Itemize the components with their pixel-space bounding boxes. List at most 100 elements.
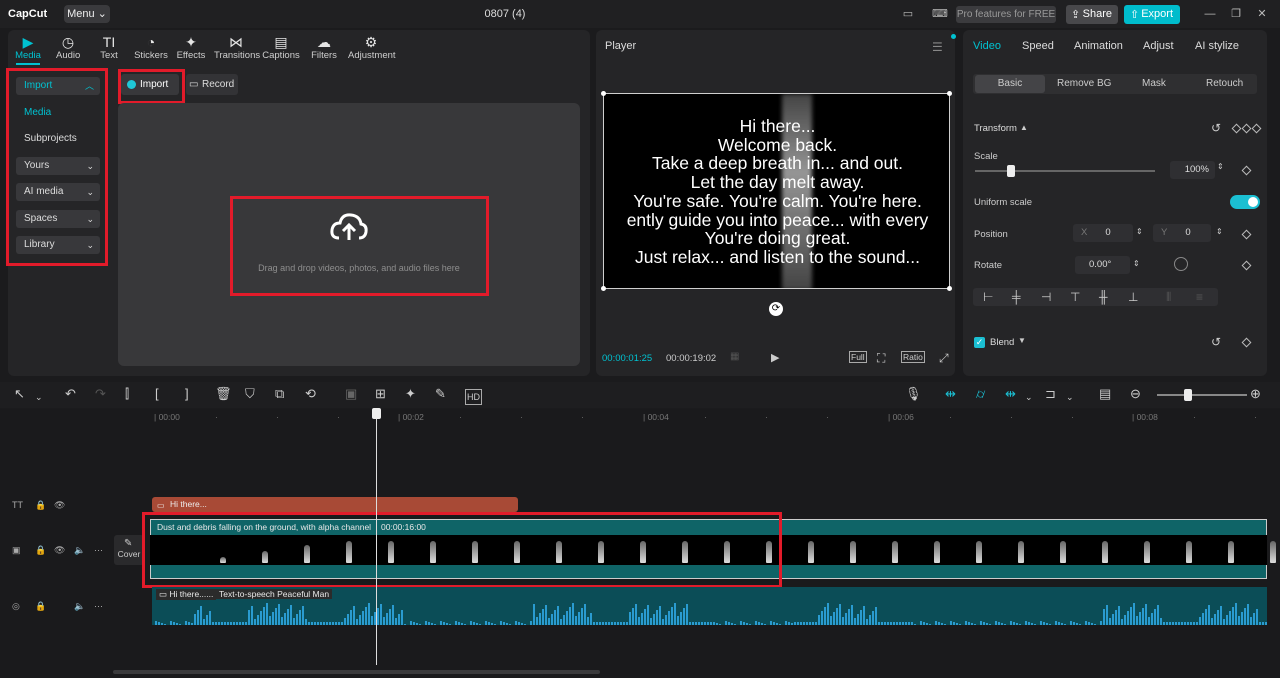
chevron-down-icon[interactable]: ▼ <box>1018 336 1026 345</box>
sidebar-item-subprojects[interactable]: Subprojects <box>16 130 100 148</box>
position-y-input[interactable]: Y0 <box>1153 224 1211 242</box>
position-x-input[interactable]: X0 <box>1073 224 1133 242</box>
rotate-handle-icon[interactable]: ⟳ <box>769 302 783 316</box>
transform-label[interactable]: Transform <box>974 123 1017 134</box>
pro-features-button[interactable]: Pro features for FREE <box>956 6 1056 23</box>
tab-captions[interactable]: ▤ Captions <box>262 34 300 61</box>
tab-video[interactable]: Video <box>973 40 1001 52</box>
tab-adjust[interactable]: Adjust <box>1143 40 1174 52</box>
freeze-frame-icon[interactable]: ▣ <box>345 387 357 401</box>
frame-grid-icon[interactable]: ▦ <box>730 351 739 362</box>
ratio-button[interactable]: Ratio <box>901 351 925 363</box>
tab-stickers[interactable]: ◔ Stickers <box>134 34 168 61</box>
cover-button[interactable]: ✎ Cover <box>114 535 144 565</box>
play-icon[interactable]: ▶ <box>771 351 779 364</box>
resize-handle[interactable] <box>947 286 952 291</box>
align-bottom-icon[interactable]: ⊥ <box>1128 290 1138 304</box>
ai-effect-icon[interactable]: ✦ <box>405 387 416 401</box>
minimize-icon[interactable]: — <box>1204 8 1216 20</box>
caption-icon[interactable]: ▤ <box>1099 387 1111 401</box>
stepper-icon[interactable]: ⇕ <box>1217 162 1224 171</box>
tab-audio[interactable]: ◷ Audio <box>56 34 80 61</box>
timeline-scrollbar[interactable] <box>113 670 600 674</box>
align-center-h-icon[interactable]: ╪ <box>1012 290 1021 304</box>
subtab-basic[interactable]: Basic <box>975 75 1045 93</box>
mute-icon[interactable]: 🔈 <box>74 601 85 612</box>
resize-handle[interactable] <box>601 286 606 291</box>
layout-icon[interactable]: ▭ <box>900 8 916 20</box>
video-preview[interactable]: Hi there... Welcome back. Take a deep brea… <box>603 93 950 289</box>
tab-media[interactable]: ▶ Media <box>12 34 44 65</box>
sidebar-item-spaces[interactable]: Spaces ⌄ <box>16 210 100 228</box>
sidebar-item-import[interactable]: Import ︿ <box>16 77 100 95</box>
distribute-h-icon[interactable]: ⦀ <box>1166 290 1171 305</box>
restore-icon[interactable]: ❐ <box>1230 8 1242 20</box>
resize-handle[interactable] <box>947 91 952 96</box>
chevron-down-icon[interactable]: ⌄ <box>1066 390 1074 404</box>
align-center-v-icon[interactable]: ╫ <box>1099 290 1108 304</box>
tab-filters[interactable]: ☁ Filters <box>309 34 339 61</box>
eye-icon[interactable]: 👁 <box>54 545 65 556</box>
tab-speed[interactable]: Speed <box>1022 40 1054 52</box>
more-icon[interactable]: ⋯ <box>94 601 103 612</box>
mute-icon[interactable]: 🔈 <box>74 545 85 556</box>
sidebar-item-media[interactable]: Media <box>16 104 100 122</box>
tab-adjustment[interactable]: ⚙ Adjustment <box>348 34 396 61</box>
lock-icon[interactable]: 🔒 <box>35 601 46 612</box>
tab-transitions[interactable]: ⋈ Transitions <box>214 34 260 61</box>
split-left-icon[interactable]: [ <box>155 387 159 401</box>
align-right-icon[interactable]: ⊣ <box>1041 290 1051 304</box>
delete-icon[interactable]: 🗑 <box>215 387 232 401</box>
distribute-v-icon[interactable]: ≡ <box>1196 290 1203 304</box>
text-clip[interactable]: ▭ Hi there... <box>152 497 518 512</box>
tab-effects[interactable]: ✦ Effects <box>176 34 206 61</box>
reset-icon[interactable]: ↺ <box>1211 121 1221 135</box>
chevron-down-icon[interactable]: ⌄ <box>1025 390 1033 404</box>
lock-icon[interactable]: 🔒 <box>35 500 46 511</box>
scale-input[interactable]: 100% <box>1170 161 1215 179</box>
tab-animation[interactable]: Animation <box>1074 40 1123 52</box>
shield-icon[interactable]: ⛉ <box>245 387 255 401</box>
subtab-mask[interactable]: Mask <box>1142 78 1166 89</box>
resize-handle[interactable] <box>601 91 606 96</box>
rotate-input[interactable]: 0.00° <box>1075 256 1130 274</box>
split-icon[interactable]: ⫿ <box>125 387 129 401</box>
fullscreen-icon[interactable]: ⤢ <box>939 351 949 366</box>
record-button[interactable]: ▭ Record <box>186 74 238 95</box>
import-button[interactable]: Import <box>121 74 179 95</box>
snap-icon[interactable]: ⊐ <box>1045 387 1056 401</box>
hamburger-menu-icon[interactable]: ☰ <box>932 40 943 54</box>
tab-text[interactable]: TI Text <box>94 34 124 61</box>
more-icon[interactable]: ⋯ <box>94 545 103 556</box>
zoom-out-icon[interactable]: ⊖ <box>1130 387 1141 401</box>
zoom-fit-icon[interactable]: ⛶ <box>877 351 885 366</box>
magic-wand-icon[interactable]: ✎ <box>435 387 446 401</box>
microphone-icon[interactable]: 🎙 <box>905 387 922 401</box>
subtab-remove-bg[interactable]: Remove BG <box>1057 78 1111 89</box>
sidebar-item-ai-media[interactable]: AI media ⌄ <box>16 183 100 201</box>
magnet-icon[interactable]: ⌭ <box>976 387 985 401</box>
menu-button[interactable]: Menu ⌄ <box>64 5 110 23</box>
sidebar-item-yours[interactable]: Yours ⌄ <box>16 157 100 175</box>
zoom-slider[interactable] <box>1157 394 1247 396</box>
zoom-in-icon[interactable]: ⊕ <box>1250 387 1261 401</box>
redo-icon[interactable]: ↷ <box>95 387 106 401</box>
scale-slider[interactable] <box>975 170 1155 172</box>
sidebar-item-library[interactable]: Library ⌄ <box>16 236 100 254</box>
eye-icon[interactable]: 👁 <box>54 500 65 511</box>
playhead[interactable] <box>376 409 377 665</box>
hd-icon[interactable]: HD <box>465 389 482 405</box>
blend-label[interactable]: Blend <box>990 337 1014 348</box>
align-left-icon[interactable]: ⊢ <box>983 290 993 304</box>
undo-icon[interactable]: ↶ <box>65 387 76 401</box>
auto-reframe-icon[interactable]: ⟲ <box>305 387 316 401</box>
preview-axis-icon[interactable]: ⇹ <box>1005 387 1016 401</box>
playhead-handle[interactable] <box>372 408 381 419</box>
chevron-up-icon[interactable]: ▲ <box>1020 123 1028 132</box>
tab-ai-stylize[interactable]: AI stylize <box>1195 40 1239 52</box>
align-top-icon[interactable]: ⊤ <box>1070 290 1080 304</box>
stepper-icon[interactable]: ⇕ <box>1136 227 1143 236</box>
subtab-retouch[interactable]: Retouch <box>1206 78 1243 89</box>
close-icon[interactable]: ✕ <box>1256 8 1268 20</box>
lock-icon[interactable]: 🔒 <box>35 545 46 556</box>
